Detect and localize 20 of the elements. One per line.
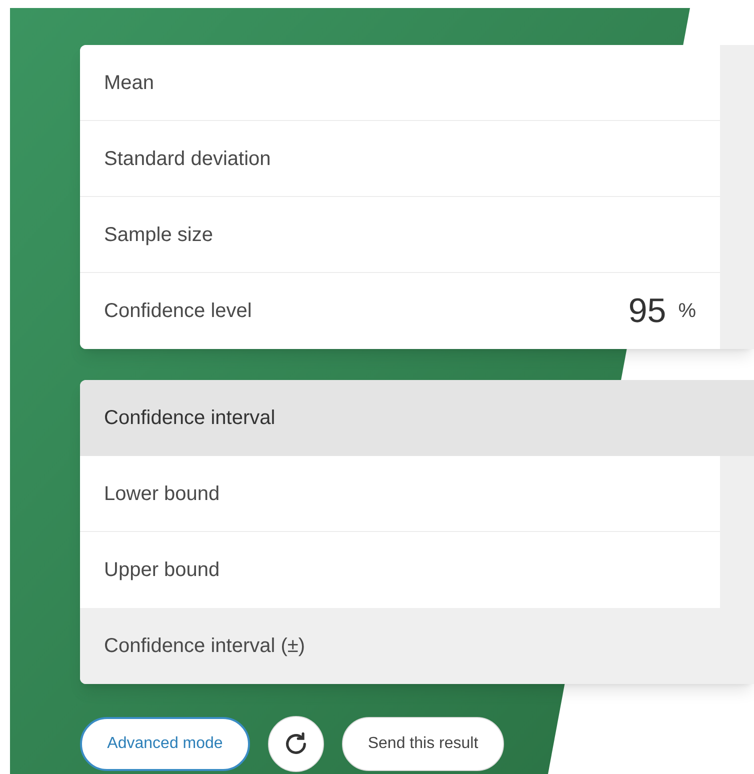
field-label: Lower bound — [104, 482, 220, 506]
field-label: Upper bound — [104, 558, 220, 583]
result-row[interactable]: Lower bound — [80, 456, 720, 532]
field-label: Sample size — [104, 222, 213, 248]
unit-label: % — [678, 299, 696, 324]
input-row[interactable]: Mean — [80, 45, 720, 121]
field-value: 95 — [628, 290, 666, 332]
send-button[interactable]: Send this result — [342, 717, 504, 771]
field-label: Confidence interval (±) — [104, 634, 306, 659]
input-row[interactable]: Standard deviation — [80, 121, 720, 197]
reload-icon — [283, 731, 309, 757]
field-label: Confidence interval — [104, 406, 276, 431]
input-row[interactable]: Sample size — [80, 197, 720, 273]
result-row[interactable]: Upper bound — [80, 532, 720, 608]
result-row[interactable]: Confidence interval (±) — [80, 608, 754, 684]
field-label: Confidence level — [104, 299, 252, 324]
input-row[interactable]: Confidence level 95 % — [80, 273, 720, 349]
advanced-mode-button[interactable]: Advanced mode — [80, 717, 250, 771]
field-label: Standard deviation — [104, 146, 271, 172]
field-label: Mean — [104, 70, 154, 96]
